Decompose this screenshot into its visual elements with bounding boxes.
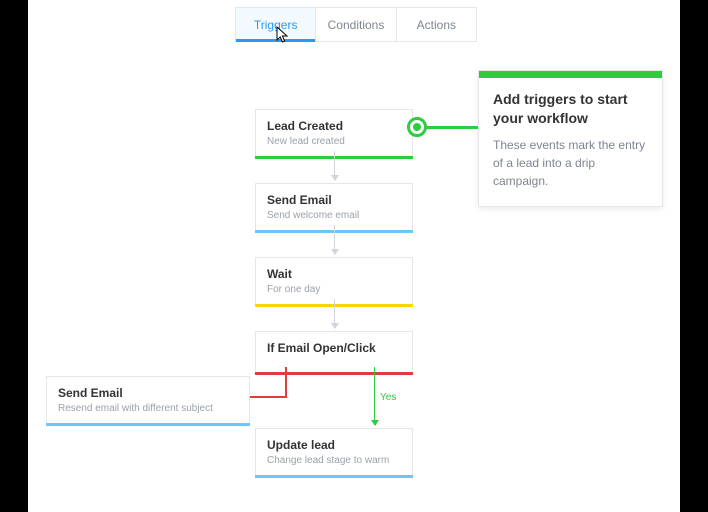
connector-arrow [334, 299, 335, 328]
connector-arrow [334, 225, 335, 254]
branch-label-yes: Yes [380, 392, 396, 403]
trigger-marker-icon [407, 117, 427, 137]
tab-actions[interactable]: Actions [397, 8, 476, 41]
right-black-band [680, 0, 708, 512]
tab-conditions[interactable]: Conditions [316, 8, 396, 41]
info-panel: Add triggers to start your workflow Thes… [478, 70, 663, 207]
info-panel-title: Add triggers to start your workflow [493, 90, 648, 128]
node-subtitle: Change lead stage to warm [267, 455, 401, 466]
node-subtitle: Resend email with different subject [58, 403, 238, 414]
node-title: Wait [267, 267, 401, 281]
tab-conditions-label: Conditions [328, 18, 385, 32]
node-title: Lead Created [267, 119, 401, 133]
node-title: If Email Open/Click [267, 341, 401, 355]
tab-actions-label: Actions [417, 18, 456, 32]
left-black-band [0, 0, 28, 512]
connector-arrow [334, 151, 335, 180]
node-action-resend-email[interactable]: Send Email Resend email with different s… [46, 376, 250, 426]
node-subtitle: Send welcome email [267, 210, 401, 221]
connector-no-vertical [285, 367, 287, 397]
node-title: Send Email [58, 386, 238, 400]
node-condition-email-open[interactable]: If Email Open/Click [255, 331, 413, 375]
node-subtitle: New lead created [267, 136, 401, 147]
node-title: Send Email [267, 193, 401, 207]
connector-yes [374, 367, 375, 425]
tab-triggers-label: Triggers [254, 18, 298, 32]
tab-bar: Triggers Conditions Actions [235, 7, 477, 42]
info-panel-accent [479, 71, 662, 78]
node-subtitle: For one day [267, 284, 401, 295]
tab-triggers[interactable]: Triggers [236, 8, 316, 41]
info-panel-text: These events mark the entry of a lead in… [493, 136, 648, 190]
node-title: Update lead [267, 438, 401, 452]
node-action-update-lead[interactable]: Update lead Change lead stage to warm [255, 428, 413, 478]
